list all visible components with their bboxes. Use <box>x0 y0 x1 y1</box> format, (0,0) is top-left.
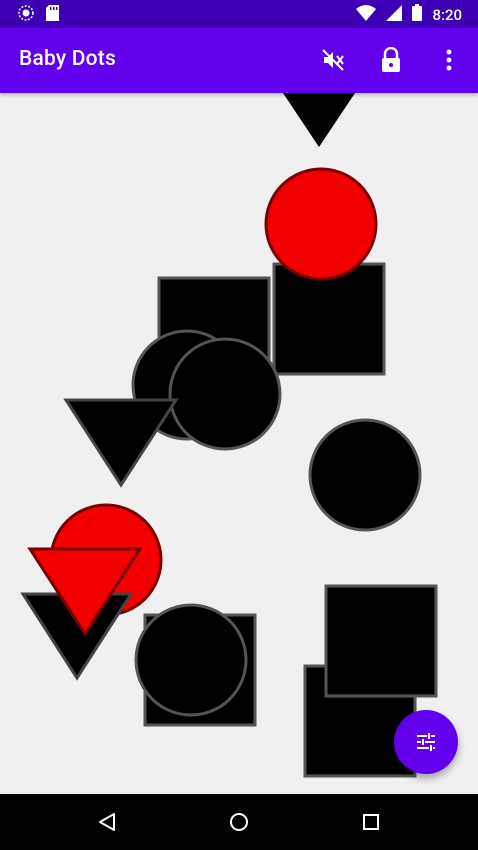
app-title: Baby Dots <box>19 47 116 71</box>
square-shape[interactable] <box>324 584 438 698</box>
play-canvas[interactable] <box>0 93 478 794</box>
notification-circle-icon <box>18 5 34 25</box>
wifi-icon <box>356 4 377 25</box>
battery-icon <box>412 4 423 25</box>
lock-icon <box>382 47 400 72</box>
lock-button[interactable] <box>376 45 406 75</box>
recents-icon <box>363 814 379 830</box>
more-vert-icon <box>446 49 452 71</box>
back-button[interactable] <box>91 806 123 838</box>
settings-fab[interactable] <box>394 710 458 774</box>
home-icon <box>230 813 248 831</box>
circle-shape[interactable] <box>264 167 378 281</box>
mute-icon <box>322 49 344 71</box>
circle-shape[interactable] <box>308 418 422 532</box>
sd-card-icon <box>46 5 59 25</box>
mute-button[interactable] <box>318 45 348 75</box>
status-bar: 8:20 <box>0 0 478 28</box>
tune-sliders-icon <box>417 733 435 751</box>
back-icon <box>99 813 115 831</box>
home-button[interactable] <box>223 806 255 838</box>
app-bar: Baby Dots <box>0 28 478 93</box>
circle-shape[interactable] <box>168 337 282 451</box>
recents-button[interactable] <box>355 806 387 838</box>
triangle-shape[interactable] <box>283 93 355 147</box>
more-options-button[interactable] <box>434 45 464 75</box>
triangle-shape[interactable] <box>63 398 179 488</box>
navigation-bar <box>0 794 478 850</box>
square-shape[interactable] <box>272 262 386 376</box>
shapes-layer <box>20 93 438 778</box>
clock: 8:20 <box>432 5 462 24</box>
signal-icon <box>386 4 403 25</box>
circle-shape[interactable] <box>134 603 248 717</box>
